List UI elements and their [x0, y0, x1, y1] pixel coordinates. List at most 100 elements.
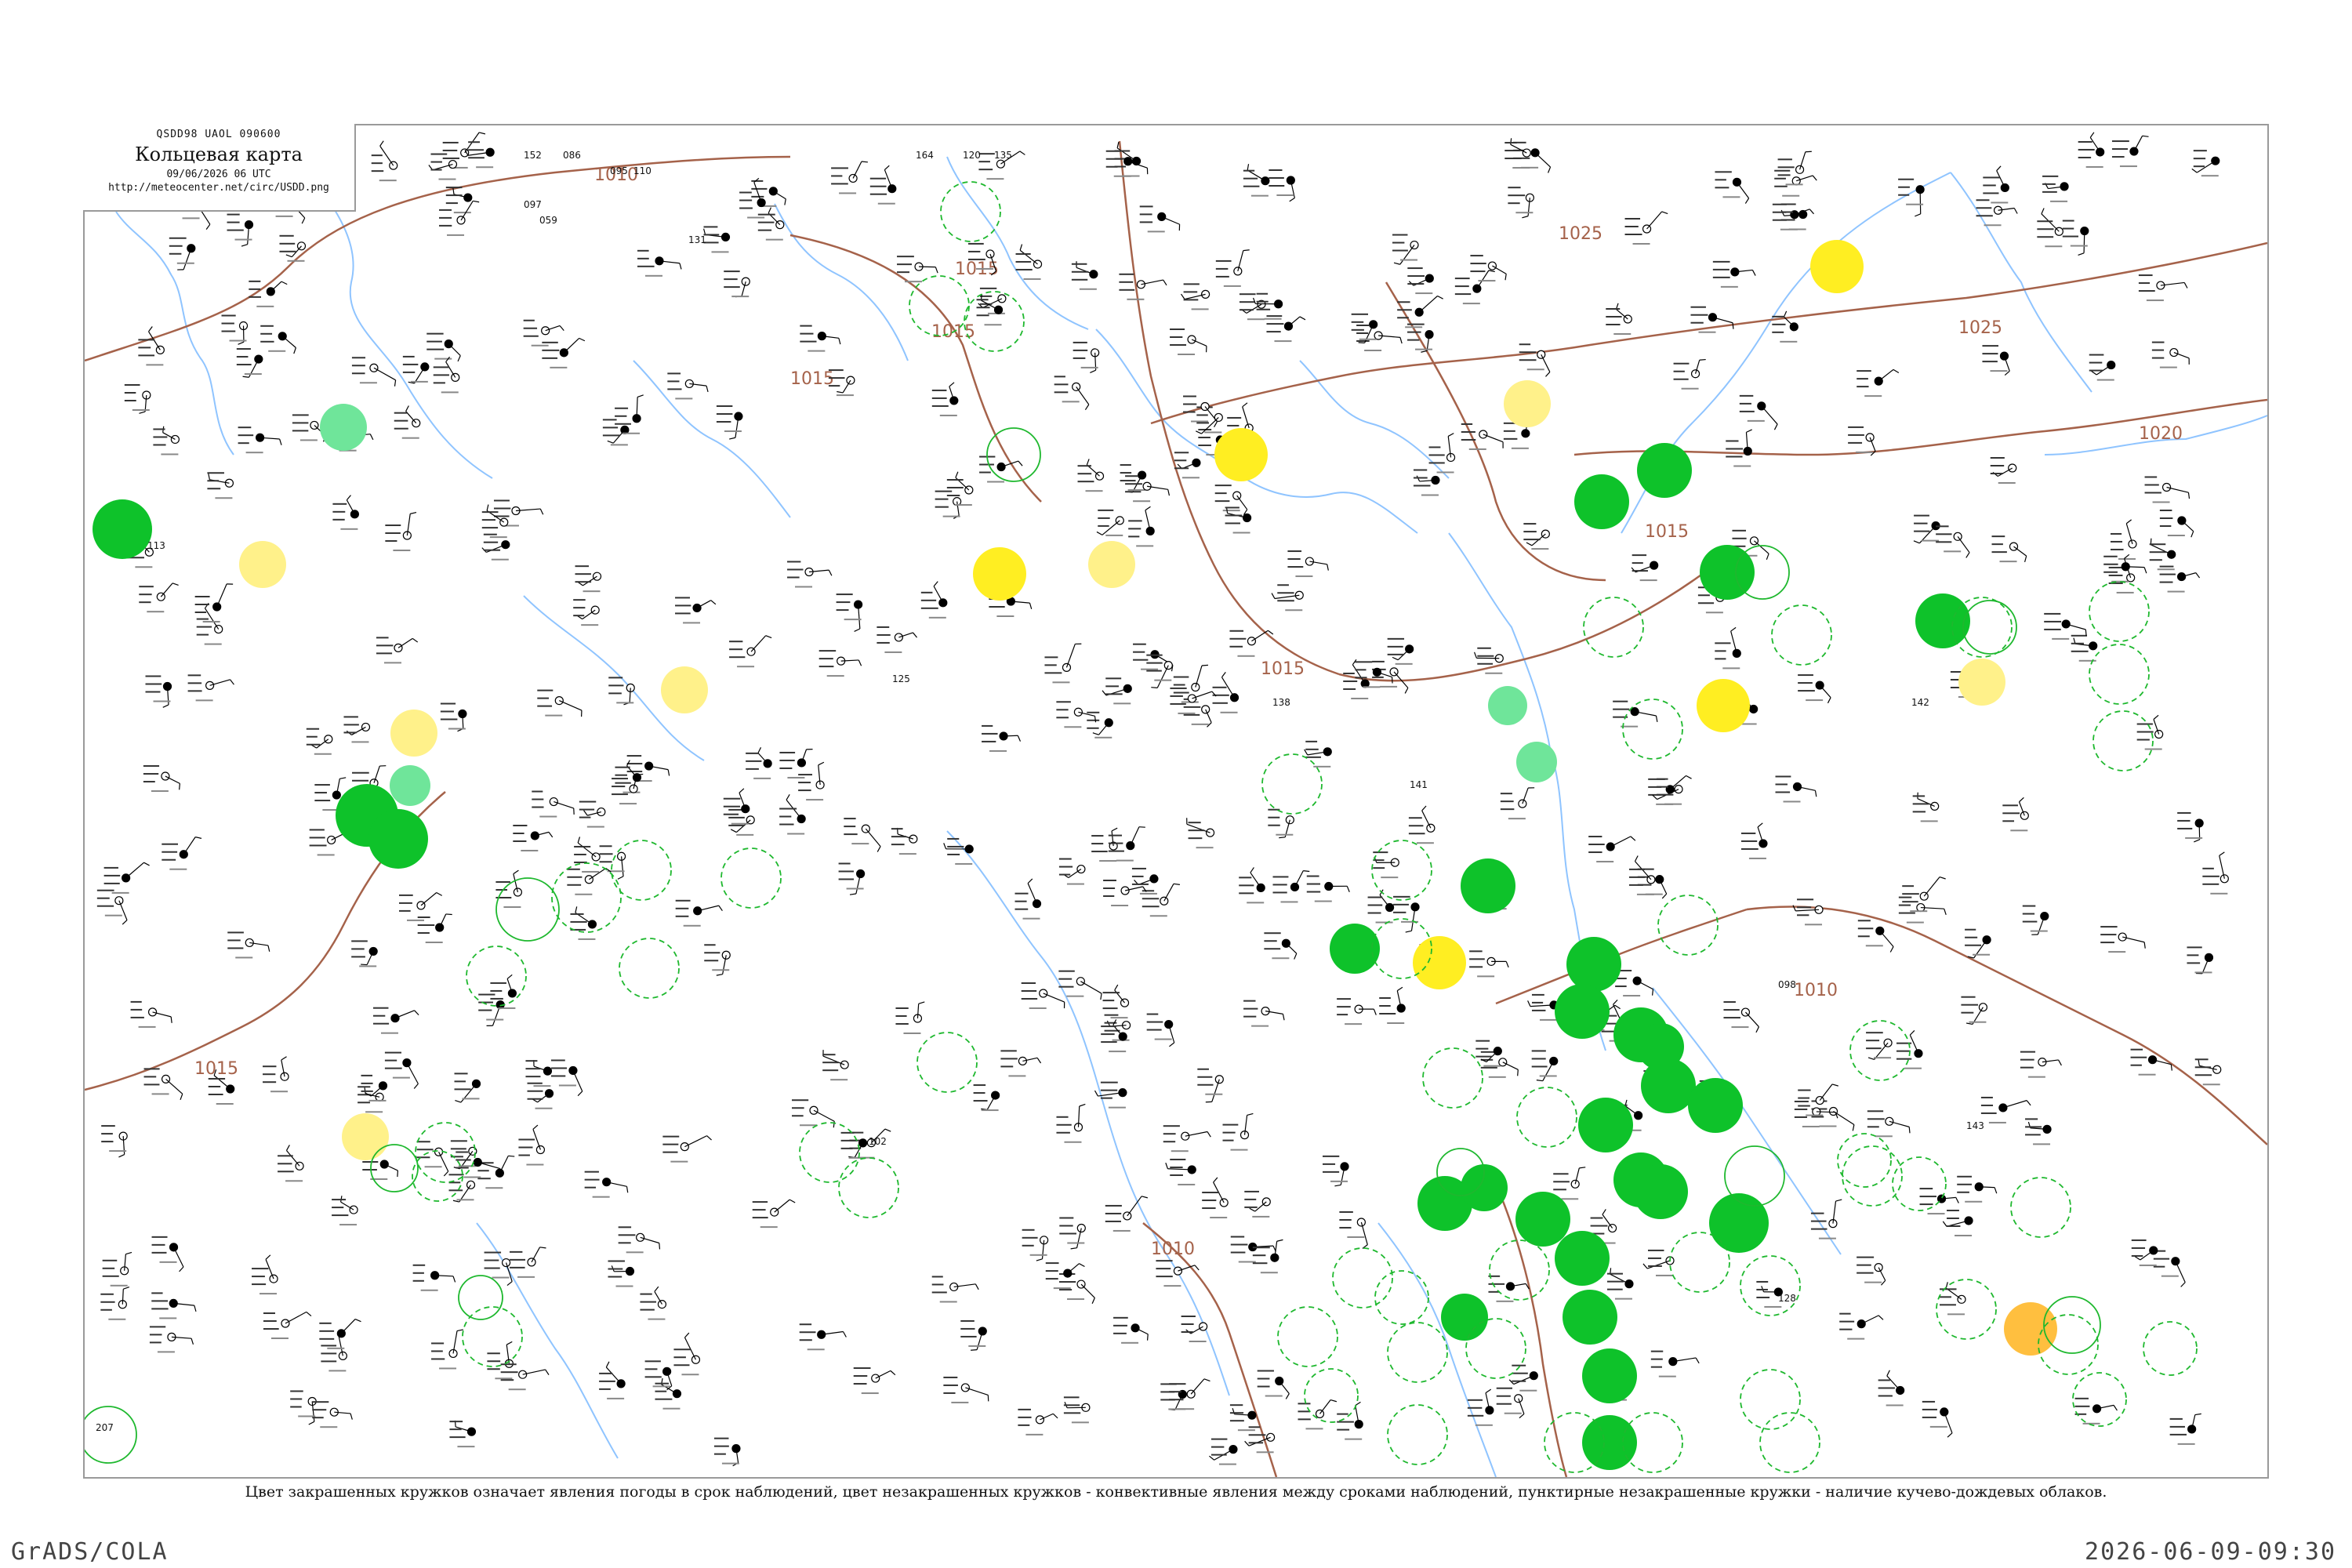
- station-marker: [1186, 818, 1215, 849]
- isobar-label: 1015: [1645, 522, 1689, 542]
- station-marker: [1980, 1096, 2031, 1123]
- station-marker: [1531, 1050, 1559, 1082]
- station-marker: [973, 1084, 1000, 1112]
- station-marker: [290, 1390, 317, 1425]
- station-marker: [1119, 273, 1167, 300]
- station-marker: [1628, 855, 1656, 895]
- station-marker: [1857, 368, 1900, 397]
- station-marker: [844, 818, 881, 852]
- station-marker: [124, 383, 151, 414]
- cb-ring: [916, 1032, 978, 1093]
- station-marker: [2071, 634, 2098, 662]
- station-marker: [1982, 345, 2010, 376]
- rain-circle: [1637, 1023, 1684, 1070]
- station-marker: [787, 561, 833, 588]
- station-value: 135: [994, 150, 1012, 161]
- station-marker: [2138, 274, 2188, 302]
- station-marker: [1393, 895, 1420, 933]
- station-marker: [1922, 1400, 1953, 1438]
- station-marker: [402, 355, 430, 384]
- cb-ring: [1387, 1322, 1448, 1383]
- station-marker: [1413, 469, 1440, 496]
- rain-circle: [1915, 593, 1970, 648]
- station-marker: [2002, 797, 2029, 832]
- station-marker: [2202, 851, 2229, 895]
- station-marker: [1739, 394, 1778, 430]
- station-value: 059: [539, 215, 557, 226]
- light-rain-circle: [390, 765, 430, 806]
- map-title: Кольцевая карта: [135, 143, 303, 165]
- station-marker: [877, 626, 918, 653]
- station-marker: [1740, 822, 1768, 859]
- station-marker: [1022, 1229, 1049, 1261]
- station-marker: [798, 761, 825, 801]
- station-marker: [1913, 514, 1940, 544]
- station-marker: [433, 356, 460, 394]
- station-marker: [1239, 867, 1265, 904]
- station-value: 138: [1272, 697, 1290, 708]
- station-marker: [1715, 626, 1741, 670]
- station-marker: [1428, 433, 1456, 474]
- station-marker: [279, 234, 307, 262]
- station-marker: [675, 899, 723, 927]
- cb-ring: [1374, 1270, 1429, 1325]
- station-marker: [1878, 1370, 1905, 1406]
- station-marker: [1120, 464, 1147, 493]
- station-marker: [891, 827, 918, 855]
- station-marker: [1113, 1316, 1149, 1344]
- source-url: http://meteocenter.net/circ/USDD.png: [108, 182, 329, 194]
- station-marker: [1304, 740, 1332, 768]
- river: [1377, 1222, 1497, 1477]
- station-marker: [1094, 1081, 1127, 1109]
- station-marker: [1519, 343, 1551, 377]
- synoptic-map: 1010 1015 1015 1015 1015 1015 1010 1020 …: [85, 132, 2267, 1477]
- station-marker: [1063, 1396, 1091, 1424]
- station-marker: [351, 940, 378, 967]
- station-marker: [1867, 1110, 1911, 1138]
- cb-ring: [964, 291, 1025, 352]
- rain-circle: [1688, 1078, 1743, 1133]
- station-marker: [1553, 1167, 1586, 1200]
- station-marker: [838, 862, 866, 895]
- station-marker: [1269, 169, 1295, 202]
- station-marker: [100, 1287, 130, 1320]
- cb-ring: [2089, 644, 2150, 705]
- station-marker: [1339, 1210, 1368, 1249]
- cb-ring: [1936, 1279, 1997, 1340]
- station-marker: [1056, 701, 1097, 728]
- isobar-label: 1010: [1151, 1240, 1195, 1259]
- station-value: 207: [96, 1422, 114, 1433]
- station-marker: [1373, 851, 1399, 879]
- station-marker: [1648, 775, 1692, 805]
- station-marker: [1588, 836, 1636, 863]
- station-marker: [1018, 1408, 1058, 1436]
- station-marker: [1723, 1001, 1760, 1033]
- station-marker: [704, 944, 731, 976]
- station-marker: [513, 824, 554, 851]
- station-marker: [102, 1251, 132, 1287]
- rain-circle: [1578, 1098, 1633, 1152]
- isobar-labels: 1010 1015 1015 1015 1015 1015 1010 1020 …: [194, 165, 2183, 1259]
- station-marker: [227, 213, 254, 247]
- station-marker: [1673, 358, 1706, 390]
- cb-ring: [2010, 1177, 2071, 1238]
- station-marker: [1160, 1383, 1187, 1410]
- station-marker: [1351, 313, 1378, 344]
- station-marker: [2111, 135, 2149, 168]
- haze-circle: [1504, 380, 1551, 427]
- station-marker: [278, 1145, 304, 1182]
- cb-ring: [1657, 895, 1719, 956]
- convective-rings: [85, 427, 2101, 1464]
- station-marker: [1271, 584, 1304, 612]
- station-marker: [1306, 875, 1350, 902]
- station-marker: [495, 869, 523, 908]
- station-marker: [394, 405, 421, 439]
- station-marker: [440, 702, 467, 732]
- station-marker: [449, 1420, 477, 1448]
- station-marker: [477, 1155, 515, 1189]
- station-marker: [1798, 674, 1831, 704]
- cb-ring: [1516, 1087, 1577, 1148]
- cb-ring: [611, 840, 672, 901]
- station-marker: [602, 419, 630, 446]
- cb-ring: [619, 938, 680, 999]
